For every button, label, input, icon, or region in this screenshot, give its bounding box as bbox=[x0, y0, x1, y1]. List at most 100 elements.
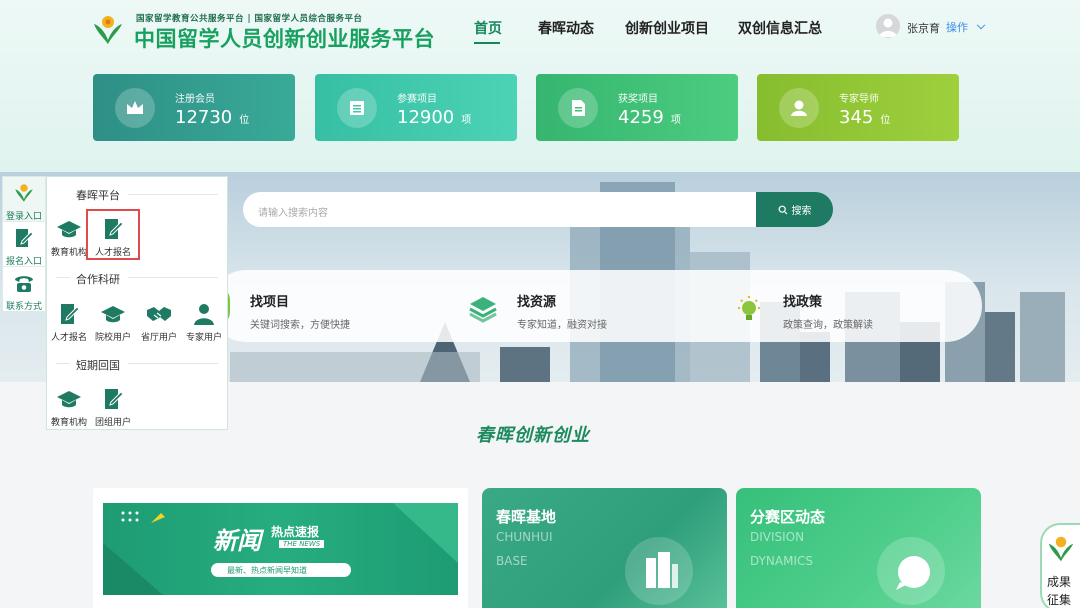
section-title-cooperation: 合作科研 bbox=[76, 273, 120, 286]
stat-unit: 项 bbox=[670, 115, 681, 126]
sprout-logo-icon bbox=[94, 16, 122, 44]
tile-label: 专家用户 bbox=[185, 333, 222, 343]
stat-label: 获奖项目 bbox=[618, 94, 658, 105]
tile-label: 省厅用户 bbox=[140, 333, 177, 343]
nav-projects[interactable]: 创新创业项目 bbox=[625, 18, 709, 38]
news-en: THE NEWS bbox=[279, 540, 325, 548]
section-heading: 春晖创新创业 bbox=[476, 425, 590, 446]
tile-label: 团组用户 bbox=[94, 418, 131, 428]
telephone-icon bbox=[15, 276, 33, 292]
stat-value: 12900 bbox=[397, 107, 455, 128]
crown-icon bbox=[115, 88, 155, 128]
tile-edu-institution-1[interactable]: 教育机构 bbox=[49, 218, 89, 258]
layers-icon bbox=[469, 297, 497, 323]
rail-signup[interactable]: 报名入口 bbox=[3, 222, 45, 267]
tile-expert-user[interactable]: 专家用户 bbox=[184, 303, 224, 343]
graduation-cap-icon bbox=[57, 391, 81, 408]
handshake-icon bbox=[147, 307, 171, 321]
operate-label: 操作 bbox=[946, 21, 968, 34]
person-icon bbox=[194, 304, 214, 325]
chevron-down-icon bbox=[976, 20, 985, 30]
edit-form-icon bbox=[105, 389, 124, 409]
tile-group-user[interactable]: 团组用户 bbox=[93, 388, 133, 428]
find-policy-title[interactable]: 找政策 bbox=[783, 291, 822, 310]
graduation-cap-icon bbox=[57, 221, 81, 238]
rail-contact-label: 联系方式 bbox=[5, 302, 42, 312]
base-en1: CHUNHUI bbox=[496, 530, 553, 544]
division-en2: DYNAMICS bbox=[750, 554, 813, 568]
division-dynamics-card[interactable]: 分赛区动态 DIVISION DYNAMICS bbox=[736, 488, 981, 608]
division-en1: DIVISION bbox=[750, 530, 805, 544]
selection-highlight-box bbox=[86, 209, 140, 260]
tile-edu-institution-2[interactable]: 教育机构 bbox=[49, 388, 89, 428]
news-banner[interactable]: 新闻 热点速报 THE NEWS 最新、热点新闻早知道 bbox=[103, 503, 458, 595]
tile-province-user[interactable]: 省厅用户 bbox=[139, 303, 179, 343]
find-resource-desc: 专家知道，融资对接 bbox=[517, 320, 607, 331]
news-hot: 热点速报 bbox=[271, 525, 320, 539]
find-policy-desc: 政策查询，政策解读 bbox=[783, 320, 873, 331]
tile-label: 院校用户 bbox=[94, 333, 131, 343]
rail-login[interactable]: 登录入口 bbox=[3, 177, 45, 222]
base-en2: BASE bbox=[496, 554, 528, 568]
user-icon bbox=[779, 88, 819, 128]
stat-unit: 项 bbox=[461, 115, 472, 126]
nav-info-summary[interactable]: 双创信息汇总 bbox=[738, 18, 822, 38]
building-icon bbox=[625, 537, 693, 605]
stat-card-members: 注册会员 12730 位 bbox=[93, 74, 295, 141]
logo-title: 中国留学人员创新创业服务平台 bbox=[134, 27, 435, 51]
divider bbox=[128, 363, 218, 364]
find-project-title[interactable]: 找项目 bbox=[250, 291, 289, 310]
edit-form-icon bbox=[61, 304, 80, 324]
stat-label: 注册会员 bbox=[175, 94, 215, 105]
list-icon bbox=[337, 88, 377, 128]
rail-signup-label: 报名入口 bbox=[5, 257, 42, 267]
tile-university-user[interactable]: 院校用户 bbox=[93, 303, 133, 343]
section-title-chunhui: 春晖平台 bbox=[76, 189, 120, 202]
stat-value: 4259 bbox=[618, 107, 664, 128]
find-bar bbox=[210, 270, 982, 342]
stat-value: 12730 bbox=[175, 107, 233, 128]
stat-label: 参赛项目 bbox=[397, 94, 437, 105]
stat-unit: 位 bbox=[239, 115, 250, 126]
person-icon bbox=[879, 18, 897, 37]
graduation-cap-icon bbox=[101, 306, 125, 323]
nav-home[interactable]: 首页 bbox=[474, 18, 502, 38]
user-name: 张京育 bbox=[907, 22, 940, 35]
rail-contact[interactable]: 联系方式 bbox=[3, 267, 45, 312]
chunhui-base-card[interactable]: 春晖基地 CHUNHUI BASE bbox=[482, 488, 727, 608]
stat-card-awards: 获奖项目 4259 项 bbox=[536, 74, 738, 141]
operate-dropdown[interactable]: 操作 bbox=[946, 19, 985, 35]
tile-label: 人才报名 bbox=[50, 333, 87, 343]
edit-form-icon bbox=[16, 229, 34, 247]
divider bbox=[56, 277, 70, 278]
result-label-2: 征集 bbox=[1047, 593, 1072, 607]
result-label-1: 成果 bbox=[1047, 575, 1072, 589]
search-icon bbox=[778, 205, 787, 214]
rail-login-label: 登录入口 bbox=[5, 212, 42, 222]
tile-talent-signup-2[interactable]: 人才报名 bbox=[49, 303, 89, 343]
lightbulb-icon bbox=[738, 296, 760, 320]
tile-label: 教育机构 bbox=[50, 248, 87, 258]
division-title: 分赛区动态 bbox=[750, 508, 826, 526]
left-quick-rail: 登录入口 报名入口 联系方式 bbox=[2, 176, 46, 312]
search-button[interactable]: 搜索 bbox=[756, 192, 833, 227]
sprout-icon bbox=[1048, 536, 1074, 562]
find-resource-title[interactable]: 找资源 bbox=[517, 291, 556, 310]
stat-value: 345 bbox=[839, 107, 874, 128]
search-button-label: 搜索 bbox=[791, 206, 812, 217]
find-project-desc: 关键词搜索，方便快捷 bbox=[250, 320, 350, 331]
news-slogan: 最新、热点新闻早知道 bbox=[227, 566, 307, 575]
divider bbox=[128, 194, 218, 195]
nav-chunhui-news[interactable]: 春晖动态 bbox=[538, 18, 594, 38]
divider bbox=[56, 363, 70, 364]
base-title: 春晖基地 bbox=[496, 508, 557, 526]
stat-card-projects: 参赛项目 12900 项 bbox=[315, 74, 517, 141]
document-icon bbox=[558, 88, 598, 128]
sprout-icon bbox=[15, 184, 33, 202]
user-avatar[interactable] bbox=[876, 14, 900, 38]
result-collection-button[interactable]: 成果 征集 bbox=[1040, 523, 1080, 608]
news-decoration bbox=[103, 503, 458, 595]
nav-active-underline bbox=[474, 42, 500, 44]
divider bbox=[128, 277, 218, 278]
section-title-short-return: 短期回国 bbox=[76, 359, 120, 372]
